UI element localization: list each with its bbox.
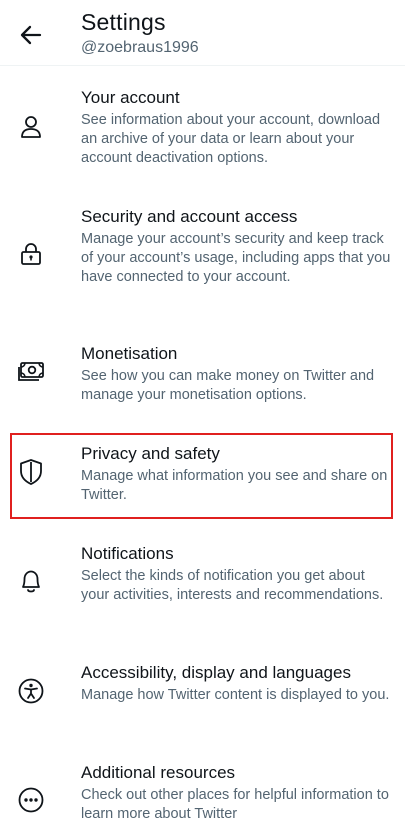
accessibility-icon xyxy=(16,676,46,706)
arrow-left-icon xyxy=(20,25,42,45)
page-title: Settings xyxy=(81,9,166,35)
settings-item-additional-resources[interactable]: Additional resources Check out other pla… xyxy=(0,761,405,825)
settings-item-description: See information about your account, down… xyxy=(81,112,381,166)
settings-item-privacy-and-safety[interactable]: Privacy and safety Manage what informati… xyxy=(0,442,405,508)
back-button[interactable] xyxy=(14,20,48,50)
settings-item-title: Your account xyxy=(81,88,180,107)
settings-header: Settings @zoebraus1996 xyxy=(0,0,405,66)
settings-item-description: Manage how Twitter content is displayed … xyxy=(81,687,390,703)
settings-item-security[interactable]: Security and account access Manage your … xyxy=(0,205,405,309)
more-circle-icon xyxy=(16,785,46,815)
settings-item-title: Additional resources xyxy=(81,763,236,782)
bell-icon xyxy=(16,566,46,596)
settings-item-accessibility[interactable]: Accessibility, display and languages Man… xyxy=(0,661,405,727)
settings-item-description: Select the kinds of notification you get… xyxy=(81,568,384,603)
settings-item-monetisation[interactable]: Monetisation See how you can make money … xyxy=(0,342,405,408)
person-icon xyxy=(16,112,46,142)
lock-icon xyxy=(16,239,46,269)
settings-item-title: Privacy and safety xyxy=(81,444,220,463)
settings-item-title: Notifications xyxy=(81,544,174,563)
money-icon xyxy=(16,357,46,387)
settings-item-title: Monetisation xyxy=(81,344,178,363)
shield-icon xyxy=(16,457,46,487)
settings-item-your-account[interactable]: Your account See information about your … xyxy=(0,86,405,170)
settings-item-description: Manage your account’s security and keep … xyxy=(81,231,391,285)
settings-item-description: Manage what information you see and shar… xyxy=(81,468,388,503)
username-label: @zoebraus1996 xyxy=(81,39,199,56)
settings-item-description: See how you can make money on Twitter an… xyxy=(81,368,375,403)
settings-item-title: Security and account access xyxy=(81,207,298,226)
settings-item-notifications[interactable]: Notifications Select the kinds of notifi… xyxy=(0,542,405,626)
settings-item-title: Accessibility, display and languages xyxy=(81,663,351,682)
settings-item-description: Check out other places for helpful infor… xyxy=(81,787,389,822)
